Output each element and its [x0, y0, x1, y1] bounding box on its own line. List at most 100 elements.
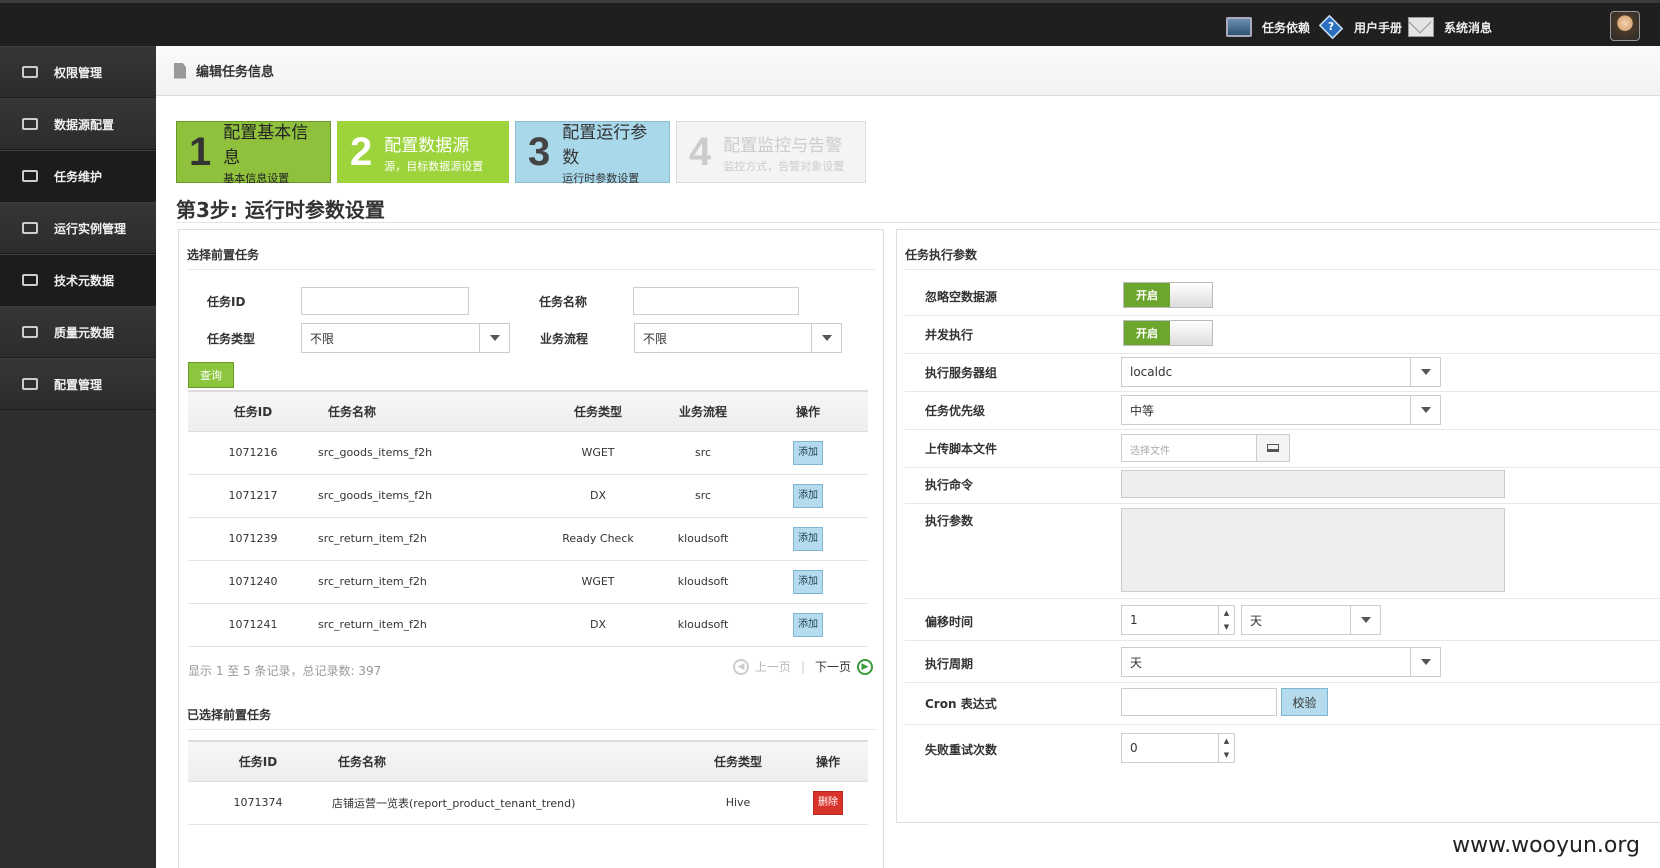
task-dependency-label: 任务依赖 [1262, 20, 1311, 35]
next-page-button[interactable]: 下一页 [815, 658, 851, 675]
step-heading: 第3步: 运行时参数设置 [176, 186, 1660, 223]
cell-op: 添加 [748, 431, 868, 475]
concurrent-toggle[interactable]: 开启 [1123, 320, 1213, 346]
laptop-icon [1267, 444, 1279, 452]
panel-title: 选择前置任务 [187, 230, 875, 270]
table-row: 1071241 src_return_item_f2h DX kloudsoft… [188, 603, 868, 647]
add-button[interactable]: 添加 [793, 440, 823, 465]
step-number: 1 [189, 129, 212, 174]
step-2[interactable]: 2 配置数据源 源，目标数据源设置 [337, 121, 509, 183]
cell-type: WGET [538, 431, 658, 475]
form-row: 上传脚本文件 选择文件 [905, 430, 1660, 468]
top-bar: 任务依赖 ? 用户手册 系统消息 [0, 0, 1660, 46]
form-row: 执行命令 [905, 468, 1660, 504]
table-row: 1071217 src_goods_items_f2h DX src 添加 [188, 474, 868, 518]
browse-button[interactable] [1256, 434, 1290, 462]
table-header: 任务ID 任务名称 任务类型 操作 [188, 740, 868, 782]
cron-label: Cron 表达式 [925, 697, 997, 711]
period-select[interactable]: 天 [1121, 647, 1441, 677]
ignore-empty-toggle[interactable]: 开启 [1123, 282, 1213, 308]
step-3[interactable]: 3 配置运行参数 运行时参数设置 [515, 121, 670, 185]
chevron-down-icon [1410, 396, 1440, 424]
col-header: 操作 [748, 390, 868, 432]
step-subtitle: 基本信息设置 [223, 172, 290, 185]
sidebar-item-datasource[interactable]: 数据源配置 [0, 98, 156, 150]
task-name-label: 任务名称 [539, 294, 588, 309]
candidate-table: 任务ID 任务名称 任务类型 业务流程 操作 1071216 src_goods… [188, 390, 868, 647]
delete-button[interactable]: 删除 [813, 790, 843, 815]
task-dependency-link[interactable]: 任务依赖 [1226, 15, 1310, 39]
add-button[interactable]: 添加 [793, 612, 823, 637]
task-id-input[interactable] [301, 287, 469, 315]
flow-select[interactable]: 不限 [634, 323, 842, 353]
priority-select[interactable]: 中等 [1121, 395, 1441, 425]
chevron-down-icon [1410, 648, 1440, 676]
retry-stepper[interactable]: 0 ▲ ▼ [1121, 733, 1235, 763]
params-textarea[interactable] [1121, 508, 1505, 592]
col-header: 操作 [788, 740, 868, 782]
cell-flow: src [658, 431, 748, 475]
add-button[interactable]: 添加 [793, 569, 823, 594]
step-title: 配置监控与告警 [723, 135, 843, 156]
form-row: 偏移时间 1 ▲ ▼ 天 [905, 599, 1660, 641]
select-value: localdc [1130, 365, 1173, 379]
select-value: 不限 [310, 331, 335, 346]
server-group-select[interactable]: localdc [1121, 357, 1441, 387]
step-subtitle: 运行时参数设置 [562, 172, 640, 185]
cell-flow: src [658, 474, 748, 518]
prev-page-button[interactable]: 上一页 [755, 658, 791, 675]
stepper-arrows-icon[interactable]: ▲ ▼ [1218, 734, 1234, 762]
offset-unit-select[interactable]: 天 [1241, 605, 1381, 635]
pager: ◀ 上一页 | 下一页 ▶ [732, 658, 873, 675]
monitor-icon [1226, 17, 1252, 37]
step-4[interactable]: 4 配置监控与告警 监控方式，告警对象设置 [676, 121, 866, 183]
sidebar-item-permission[interactable]: 权限管理 [0, 46, 156, 98]
step-number: 3 [528, 129, 551, 174]
step-number: 4 [689, 129, 712, 174]
add-button[interactable]: 添加 [793, 526, 823, 551]
step-title: 配置数据源 [384, 135, 470, 156]
task-name-input[interactable] [633, 287, 799, 315]
step-1[interactable]: 1 配置基本信息 基本信息设置 [176, 121, 331, 185]
validate-button[interactable]: 校验 [1281, 688, 1328, 716]
chevron-right-icon[interactable]: ▶ [857, 658, 873, 675]
cell-op: 添加 [748, 603, 868, 647]
execution-params-panel: 任务执行参数 忽略空数据源 开启 并发执行 开启 执行服务器组 localdc … [896, 229, 1660, 823]
add-button[interactable]: 添加 [793, 483, 823, 508]
params-label: 执行参数 [925, 514, 974, 528]
user-manual-link[interactable]: ? 用户手册 [1318, 14, 1402, 40]
sidebar-item-quality-metadata[interactable]: 质量元数据 [0, 306, 156, 358]
sidebar-item-tech-metadata[interactable]: 技术元数据 [0, 254, 156, 306]
table-row: 1071374 店铺运营一览表(report_product_tenant_tr… [188, 781, 868, 825]
cron-input[interactable] [1121, 688, 1277, 716]
menu-icon [22, 170, 38, 182]
page-title: 编辑任务信息 [196, 65, 275, 80]
form-row: 并发执行 开启 [905, 316, 1660, 354]
offset-stepper[interactable]: 1 ▲ ▼ [1121, 605, 1235, 635]
concurrent-label: 并发执行 [925, 328, 974, 342]
table-row: 1071216 src_goods_items_f2h WGET src 添加 [188, 431, 868, 475]
toggle-knob [1170, 283, 1212, 307]
menu-icon [22, 326, 38, 338]
offset-label: 偏移时间 [925, 615, 974, 629]
cell-id: 1071239 [188, 517, 318, 561]
cell-name: src_return_item_f2h [318, 603, 538, 647]
sidebar-item-instances[interactable]: 运行实例管理 [0, 202, 156, 254]
col-header: 任务类型 [538, 390, 658, 432]
cell-type: WGET [538, 560, 658, 604]
query-button[interactable]: 查询 [188, 362, 234, 388]
form-row: 执行服务器组 localdc [905, 354, 1660, 392]
system-message-link[interactable]: 系统消息 [1408, 15, 1492, 39]
stepper-arrows-icon[interactable]: ▲ ▼ [1218, 606, 1234, 634]
form-row: 忽略空数据源 开启 [905, 278, 1660, 316]
avatar[interactable] [1610, 11, 1640, 41]
sidebar-item-task-maintenance[interactable]: 任务维护 [0, 150, 156, 202]
cell-op: 添加 [748, 474, 868, 518]
sidebar: 权限管理 数据源配置 任务维护 运行实例管理 技术元数据 质量元数据 配置管理 [0, 46, 156, 868]
sidebar-item-config[interactable]: 配置管理 [0, 358, 156, 410]
menu-icon [22, 274, 38, 286]
file-input[interactable]: 选择文件 [1121, 434, 1257, 462]
task-type-select[interactable]: 不限 [301, 323, 510, 353]
cell-op: 添加 [748, 560, 868, 604]
command-input[interactable] [1121, 470, 1505, 498]
